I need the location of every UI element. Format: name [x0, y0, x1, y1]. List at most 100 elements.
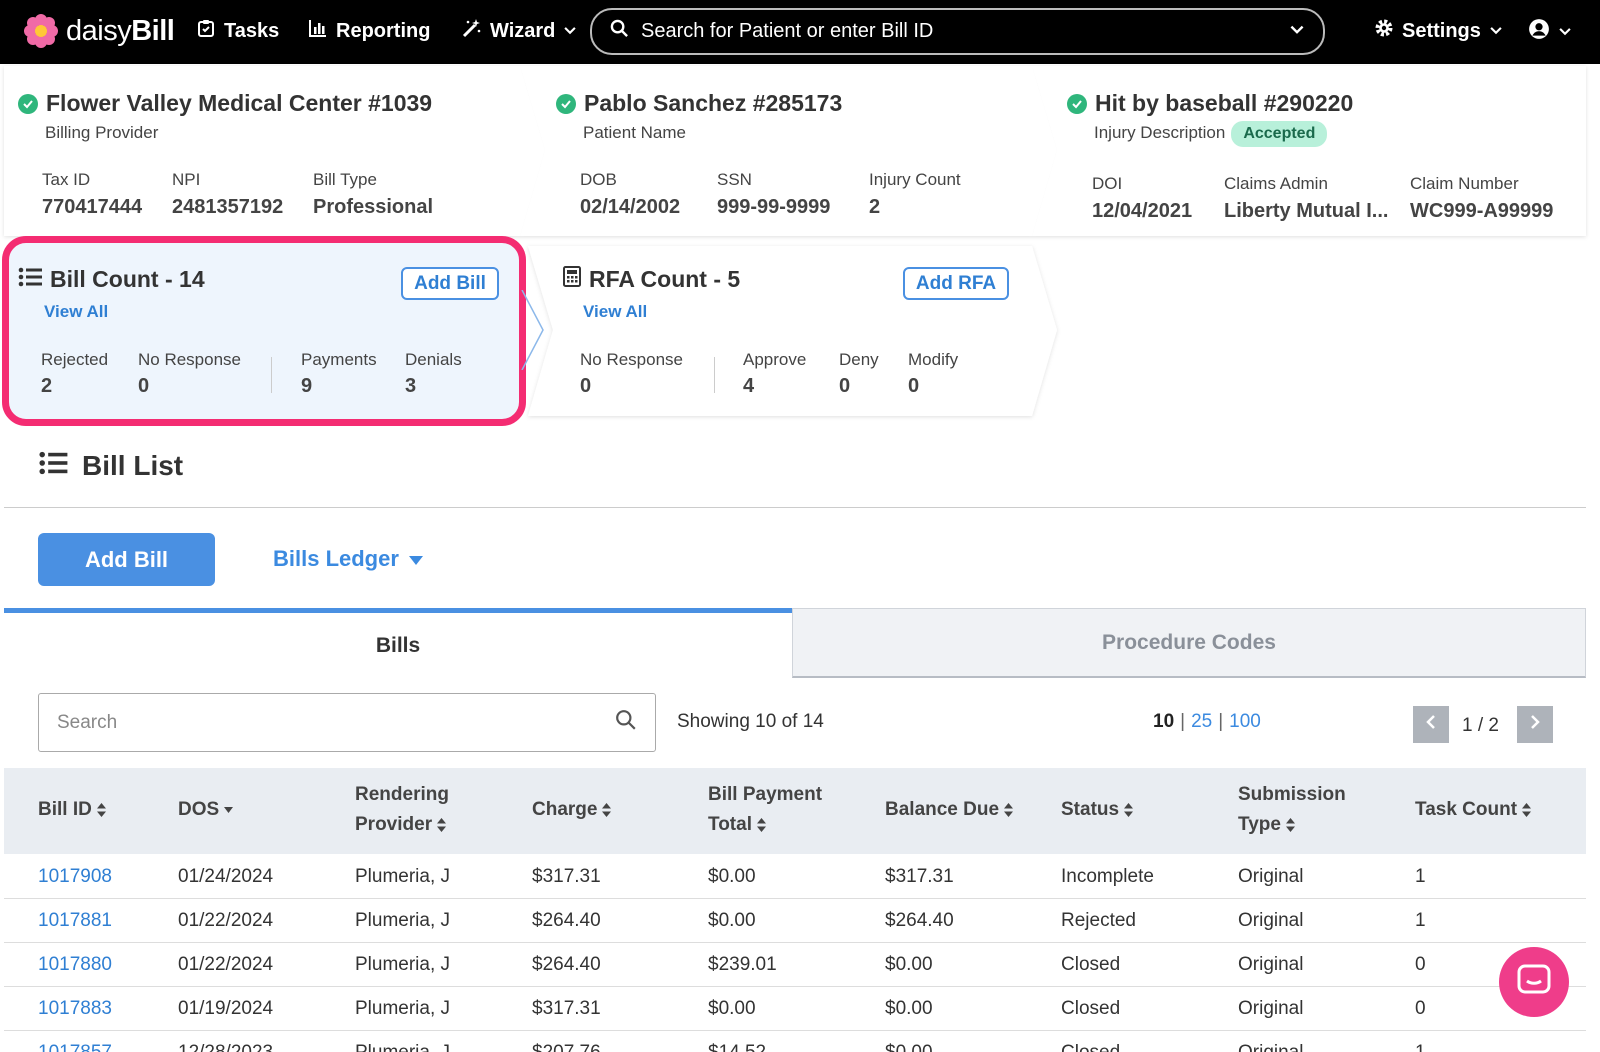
injury-card-title[interactable]: Hit by baseball #290220	[1067, 90, 1353, 117]
previous-page-button[interactable]	[1413, 706, 1449, 743]
sort-icon[interactable]	[999, 799, 1014, 820]
bill-id-link[interactable]: 1017908	[38, 866, 112, 888]
table-cell: Plumeria, J	[355, 866, 451, 887]
table-cell: Original	[1238, 998, 1304, 1019]
column-header-label: Rendering	[355, 784, 449, 805]
column-header[interactable]: Charge	[532, 795, 612, 825]
bill-list-title: Bill List	[82, 450, 184, 481]
column-header[interactable]: Rendering Provider	[355, 780, 449, 840]
bill-count-title[interactable]: Bill Count - 14	[18, 266, 205, 293]
table-row[interactable]: 1017857 12/28/2023 Plumeria, J $207.76 $14.5…	[4, 1031, 1586, 1052]
sort-icon[interactable]	[432, 814, 447, 835]
sort-icon[interactable]	[1517, 799, 1532, 820]
add-bill-card-button[interactable]: Add Bill	[401, 267, 499, 300]
nav-wizard-label: Wizard	[490, 19, 556, 42]
daisy-logo-icon	[24, 14, 58, 48]
chat-launcher-button[interactable]	[1499, 947, 1569, 1017]
table-row[interactable]: 1017881 01/22/2024 Plumeria, J $264.40 $0.00…	[4, 899, 1586, 943]
daisybill-logo[interactable]: daisyBill	[24, 14, 175, 48]
claim-number-value: WC999-A99999	[1410, 200, 1554, 222]
rfa-view-all-link[interactable]: View All	[583, 302, 647, 322]
table-cell: $239.01	[708, 954, 777, 975]
chat-icon	[1517, 964, 1551, 1001]
table-cell: Original	[1238, 954, 1304, 975]
bills-ledger-dropdown[interactable]: Bills Ledger	[273, 546, 423, 572]
table-cell: $317.31	[885, 866, 954, 887]
column-header[interactable]: Submission Type	[1238, 780, 1346, 840]
bill-id-link[interactable]: 1017857	[38, 1042, 112, 1052]
patient-subtitle: Patient Name	[583, 123, 686, 142]
table-cell: 0	[1415, 954, 1426, 975]
column-header-label: Status	[1061, 799, 1120, 820]
table-cell: Plumeria, J	[355, 954, 451, 975]
column-header[interactable]: Balance Due	[885, 795, 1014, 825]
patient-card-title[interactable]: Pablo Sanchez #285173	[556, 90, 842, 117]
bill-card-arrow	[521, 290, 544, 370]
table-cell: 01/22/2024	[178, 954, 274, 975]
nav-reporting[interactable]: Reporting	[308, 18, 430, 44]
sort-icon[interactable]	[219, 799, 234, 820]
bill-count-card[interactable]	[2, 236, 526, 426]
table-row[interactable]: 1017880 01/22/2024 Plumeria, J $264.40 $239.…	[4, 943, 1586, 987]
tab-bills[interactable]: Bills	[4, 608, 792, 678]
showing-count: Showing 10 of 14	[677, 711, 824, 732]
add-rfa-button[interactable]: Add RFA	[903, 267, 1009, 300]
claims-admin-value: Liberty Mutual I...	[1224, 200, 1389, 222]
column-header[interactable]: Bill Payment Total	[708, 780, 822, 840]
dob-label: DOB	[580, 170, 617, 189]
provider-subtitle: Billing Provider	[45, 123, 159, 142]
table-cell: $317.31	[532, 998, 601, 1019]
table-row[interactable]: 1017908 01/24/2024 Plumeria, J $317.31 $0.00…	[4, 855, 1586, 899]
deny-value: 0	[839, 375, 851, 397]
column-header[interactable]: Task Count	[1415, 795, 1532, 825]
injury-name: Hit by baseball #290220	[1095, 90, 1354, 116]
doi-label: DOI	[1092, 174, 1123, 193]
chevron-down-icon[interactable]	[1289, 20, 1305, 43]
tab-procedure-codes[interactable]: Procedure Codes	[792, 608, 1586, 678]
sort-icon[interactable]	[1281, 814, 1296, 835]
bill-id-link[interactable]: 1017883	[38, 998, 112, 1020]
nav-settings[interactable]: Settings	[1374, 18, 1503, 44]
bill-search-input[interactable]: Search	[38, 693, 656, 752]
sort-icon[interactable]	[1119, 799, 1134, 820]
bill-type-value: Professional	[313, 196, 434, 218]
column-header[interactable]: DOS	[178, 795, 234, 825]
bills-ledger-label: Bills Ledger	[273, 546, 399, 571]
rfa-icon	[563, 266, 581, 293]
nav-tasks[interactable]: Tasks	[196, 18, 279, 44]
rejected-value: 2	[41, 375, 53, 397]
add-bill-button[interactable]: Add Bill	[38, 533, 215, 586]
patient-search-input[interactable]: Search for Patient or enter Bill ID	[590, 8, 1325, 55]
injury-subtitle-row: Injury Description Accepted	[1094, 121, 1328, 147]
table-row[interactable]: 1017883 01/19/2024 Plumeria, J $317.31 $0.00…	[4, 987, 1586, 1031]
ssn-value: 999-99-9999	[717, 196, 831, 218]
bill-id-link[interactable]: 1017881	[38, 910, 112, 932]
reporting-icon	[308, 18, 328, 44]
table-cell: $14.52	[708, 1042, 766, 1052]
provider-card-title[interactable]: Flower Valley Medical Center #1039	[18, 90, 432, 117]
page-size-100[interactable]: 100	[1229, 711, 1261, 733]
table-cell: Closed	[1061, 998, 1121, 1019]
sort-icon[interactable]	[597, 799, 612, 820]
bill-id-link[interactable]: 1017880	[38, 954, 112, 976]
column-header[interactable]: Bill ID	[38, 795, 107, 825]
check-circle-icon	[556, 93, 576, 114]
check-circle-icon	[18, 93, 38, 114]
bill-view-all-link[interactable]: View All	[44, 302, 108, 322]
divider	[271, 357, 272, 393]
user-menu[interactable]	[1528, 18, 1572, 46]
search-placeholder: Search for Patient or enter Bill ID	[641, 20, 934, 42]
gear-icon	[1374, 18, 1394, 44]
column-header-label: Total	[708, 814, 752, 835]
rfa-count-title[interactable]: RFA Count - 5	[563, 266, 740, 293]
column-header-label: DOS	[178, 799, 220, 820]
page-size-10[interactable]: 10	[1153, 711, 1174, 733]
column-header[interactable]: Status	[1061, 795, 1134, 825]
next-page-button[interactable]	[1517, 706, 1553, 743]
page-size-25[interactable]: 25	[1191, 711, 1212, 733]
column-header-label: Type	[1238, 814, 1281, 835]
sort-icon[interactable]	[92, 799, 107, 820]
nav-wizard[interactable]: Wizard	[462, 18, 577, 44]
caret-down-icon	[408, 546, 423, 572]
sort-icon[interactable]	[752, 814, 767, 835]
